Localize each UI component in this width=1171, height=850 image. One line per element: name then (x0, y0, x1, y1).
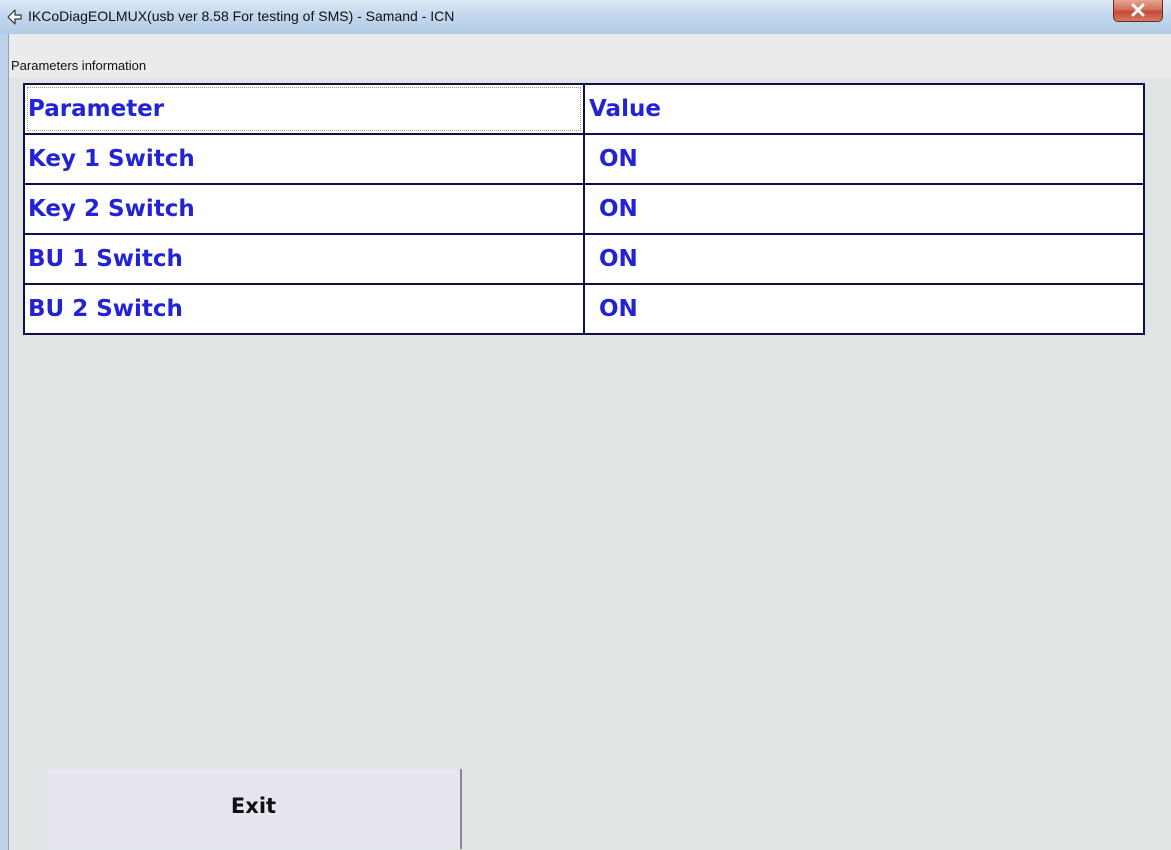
close-button[interactable] (1113, 0, 1163, 22)
parameter-cell: BU 1 Switch (23, 233, 585, 285)
value-cell: ON (583, 283, 1145, 335)
title-bar[interactable]: IKCoDiagEOLMUX(usb ver 8.58 For testing … (0, 0, 1171, 34)
table-row[interactable]: Key 2 Switch ON (23, 183, 1145, 235)
value-cell: ON (583, 133, 1145, 185)
table-row[interactable]: BU 2 Switch ON (23, 283, 1145, 335)
parameters-table: Parameter Value Key 1 Switch ON Key 2 Sw… (23, 83, 1145, 335)
client-area: Parameters information Parameter Value K… (8, 34, 1171, 850)
app-window: IKCoDiagEOLMUX(usb ver 8.58 For testing … (0, 0, 1171, 850)
table-header-row: Parameter Value (23, 83, 1145, 135)
window-title: IKCoDiagEOLMUX(usb ver 8.58 For testing … (28, 8, 455, 24)
exit-button[interactable]: Exit (47, 769, 462, 849)
table-row[interactable]: Key 1 Switch ON (23, 133, 1145, 185)
parameter-cell: Key 1 Switch (23, 133, 585, 185)
column-header-value[interactable]: Value (583, 83, 1145, 135)
parameter-cell: BU 2 Switch (23, 283, 585, 335)
close-icon (1131, 3, 1145, 17)
value-cell: ON (583, 233, 1145, 285)
arrow-logo-icon (7, 9, 22, 25)
value-cell: ON (583, 183, 1145, 235)
column-header-parameter[interactable]: Parameter (23, 83, 585, 135)
table-row[interactable]: BU 1 Switch ON (23, 233, 1145, 285)
panel-title: Parameters information (11, 58, 147, 73)
panel-header: Parameters information (9, 34, 1171, 78)
parameter-cell: Key 2 Switch (23, 183, 585, 235)
